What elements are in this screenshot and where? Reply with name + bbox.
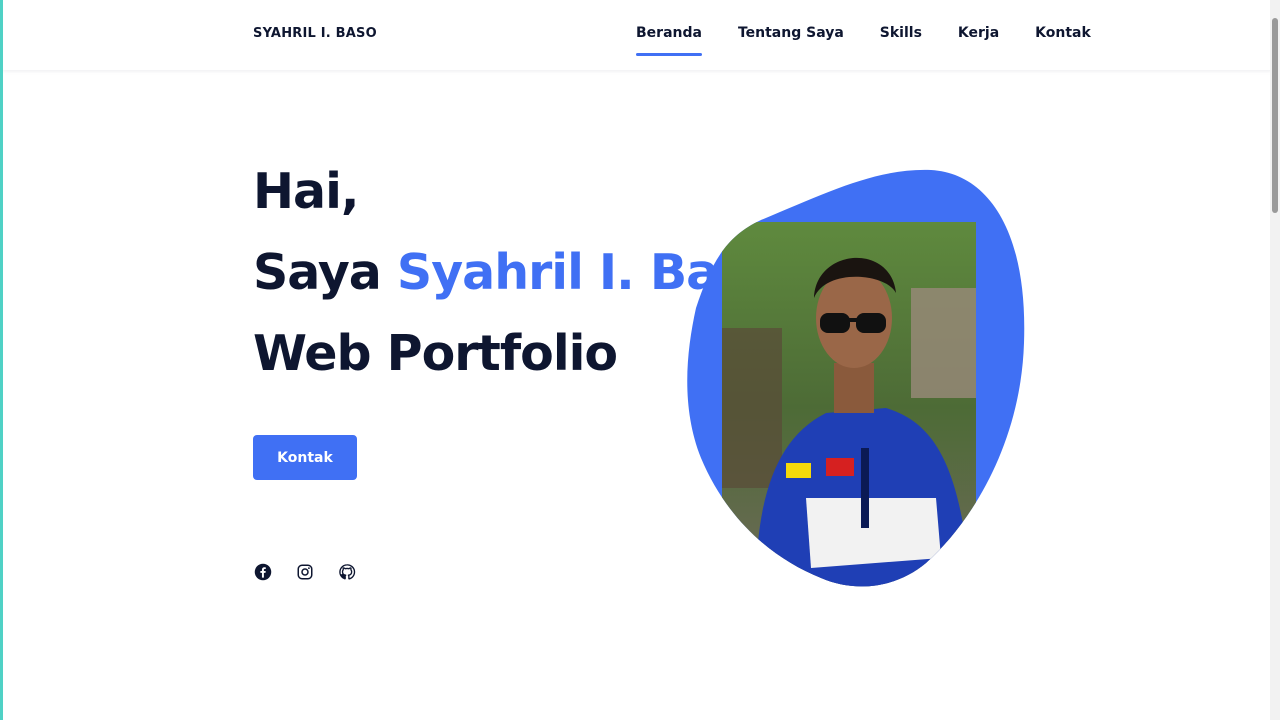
hero-subtitle: Web Portfolio <box>253 325 618 382</box>
profile-image-blob <box>686 168 1026 588</box>
profile-photo <box>687 169 1025 587</box>
hero-greeting: Hai, <box>253 163 359 220</box>
scrollbar-thumb[interactable] <box>1272 18 1278 213</box>
scrollbar[interactable] <box>1270 0 1280 720</box>
nav-kerja[interactable]: Kerja <box>958 25 999 59</box>
brand-logo[interactable]: SYAHRIL I. BASO <box>253 26 377 41</box>
instagram-icon[interactable] <box>296 563 314 581</box>
contact-button[interactable]: Kontak <box>253 435 357 480</box>
nav-tentang-saya[interactable]: Tentang Saya <box>738 25 844 59</box>
facebook-icon[interactable] <box>254 563 272 581</box>
page: SYAHRIL I. BASO Beranda Tentang Saya Ski… <box>0 0 1280 720</box>
nav-beranda[interactable]: Beranda <box>636 25 702 59</box>
nav-kontak[interactable]: Kontak <box>1035 25 1091 59</box>
github-icon[interactable] <box>338 563 356 581</box>
hero-name-prefix: Saya <box>253 244 382 301</box>
site-header: SYAHRIL I. BASO Beranda Tentang Saya Ski… <box>3 0 1273 70</box>
social-links <box>254 563 356 581</box>
main-nav: Beranda Tentang Saya Skills Kerja Kontak <box>636 25 1091 59</box>
nav-skills[interactable]: Skills <box>880 25 922 59</box>
